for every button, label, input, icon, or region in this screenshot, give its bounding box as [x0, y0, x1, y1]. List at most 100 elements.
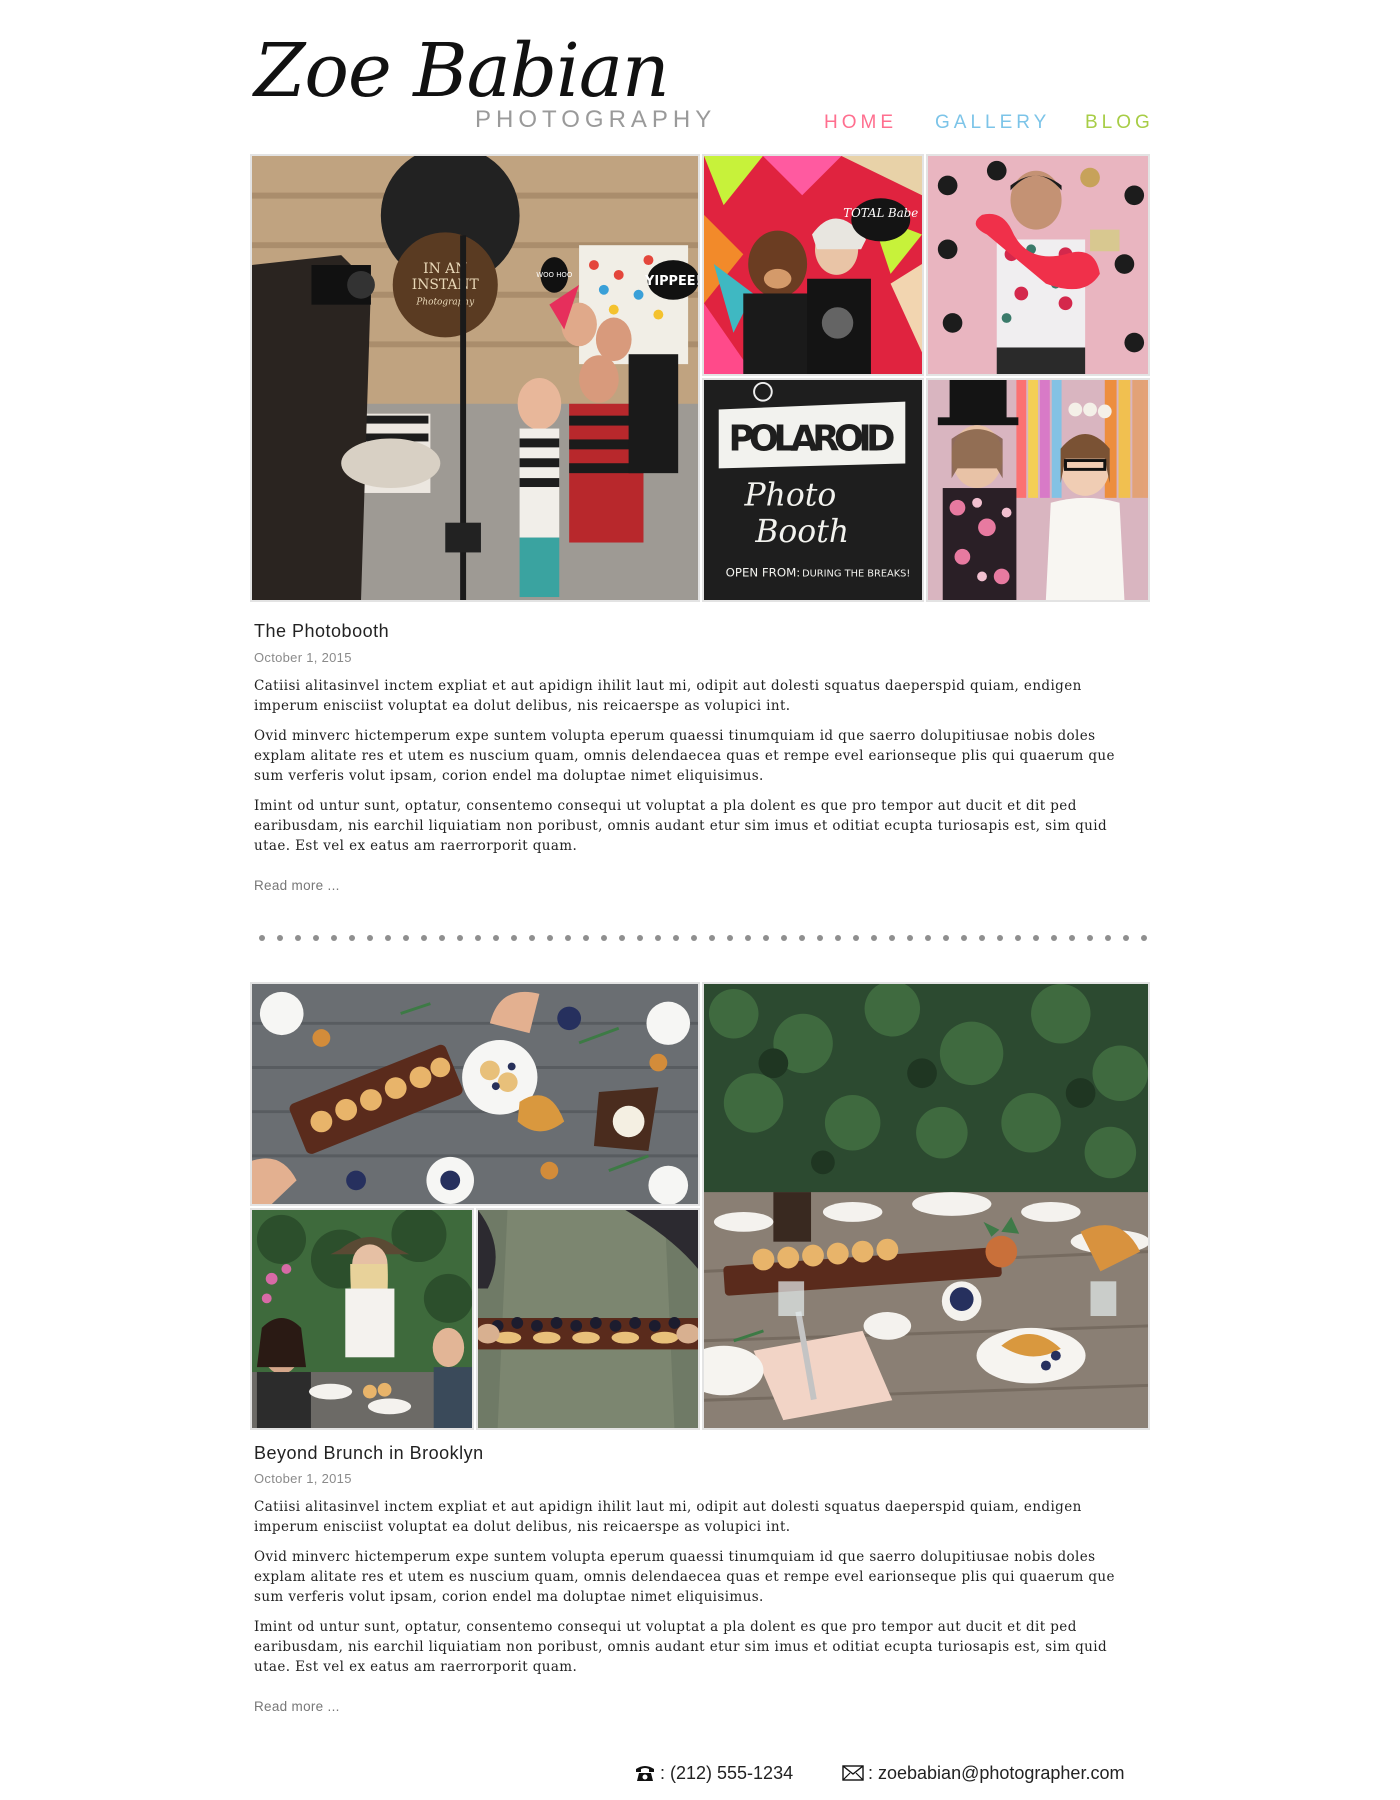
divider-dot: [943, 935, 949, 941]
divider-dot: [421, 935, 427, 941]
post-paragraph: Ovid minverc hictemperum expe suntem vol…: [254, 728, 1115, 784]
bear-mask-image: TOTAL Babe: [704, 156, 922, 374]
logo-subtitle: PHOTOGRAPHY: [475, 106, 717, 133]
dotted-divider: [259, 935, 1147, 941]
divider-dot: [1105, 935, 1111, 941]
divider-dot: [745, 935, 751, 941]
sign-text-3: Photography: [415, 298, 475, 308]
divider-dot: [457, 935, 463, 941]
divider-dot: [583, 935, 589, 941]
divider-dot: [889, 935, 895, 941]
footer-phone-text: : (212) 555-1234: [660, 1763, 794, 1783]
woo-prop-text: WOO HOO: [536, 271, 573, 279]
footer-phone[interactable]: : (212) 555-1234: [634, 1764, 793, 1782]
divider-dot: [961, 935, 967, 941]
photobooth-scene-image: IN AN INSTANT Photography YIPPEE! WOO HO…: [252, 156, 698, 600]
divider-dot: [925, 935, 931, 941]
sign-text-2: INSTANT: [412, 277, 480, 293]
divider-dot: [817, 935, 823, 941]
envelope-icon: [842, 1764, 864, 1782]
nav-home[interactable]: HOME: [824, 113, 897, 132]
photo-flamingo-man[interactable]: [926, 154, 1150, 376]
divider-dot: [835, 935, 841, 941]
divider-dot: [619, 935, 625, 941]
phone-icon: [634, 1764, 656, 1782]
divider-dot: [475, 935, 481, 941]
divider-dot: [493, 935, 499, 941]
post-paragraph: Ovid minverc hictemperum expe suntem vol…: [254, 1549, 1115, 1605]
brunch-overhead-image: [252, 984, 698, 1204]
divider-dot: [349, 935, 355, 941]
divider-dot: [727, 935, 733, 941]
post-date: October 1, 2015: [254, 1471, 352, 1486]
photo-brunch-guests[interactable]: [250, 1208, 474, 1430]
divider-dot: [799, 935, 805, 941]
post-paragraph: Imint od untur sunt, optatur, consentemo…: [254, 798, 1108, 854]
footer-email[interactable]: : zoebabian@photographer.com: [842, 1764, 1124, 1782]
divider-dot: [259, 935, 265, 941]
divider-dot: [1087, 935, 1093, 941]
divider-dot: [529, 935, 535, 941]
divider-dot: [997, 935, 1003, 941]
divider-dot: [367, 935, 373, 941]
divider-dot: [1141, 935, 1147, 941]
divider-dot: [709, 935, 715, 941]
post-date: October 1, 2015: [254, 650, 352, 665]
read-more-link[interactable]: Read more ...: [254, 879, 340, 893]
divider-dot: [439, 935, 445, 941]
divider-dot: [1033, 935, 1039, 941]
open-from-text: OPEN FROM:: [726, 565, 801, 579]
divider-dot: [1015, 935, 1021, 941]
photo-brunch-overhead[interactable]: [250, 982, 700, 1206]
divider-dot: [295, 935, 301, 941]
divider-dot: [313, 935, 319, 941]
divider-dot: [277, 935, 283, 941]
post-paragraph: Catiisi alitasinvel inctem expliat et au…: [254, 678, 1082, 714]
photo-brunch-table[interactable]: [702, 982, 1150, 1430]
divider-dot: [673, 935, 679, 941]
photo-bear-mask[interactable]: TOTAL Babe: [702, 154, 924, 376]
divider-dot: [763, 935, 769, 941]
pancake-board-image: [478, 1210, 698, 1428]
photo-photobooth-scene[interactable]: IN AN INSTANT Photography YIPPEE! WOO HO…: [250, 154, 700, 602]
divider-dot: [781, 935, 787, 941]
footer-email-text: : zoebabian@photographer.com: [868, 1763, 1125, 1783]
top-hat-women-image: [928, 380, 1148, 600]
divider-dot: [1069, 935, 1075, 941]
nav-blog[interactable]: BLOG: [1085, 113, 1154, 132]
divider-dot: [385, 935, 391, 941]
divider-dot: [547, 935, 553, 941]
brunch-guests-image: [252, 1210, 472, 1428]
photo-pancake-board[interactable]: [476, 1208, 700, 1430]
post-title[interactable]: The Photobooth: [254, 622, 389, 640]
divider-dot: [1123, 935, 1129, 941]
post-title[interactable]: Beyond Brunch in Brooklyn: [254, 1444, 484, 1462]
divider-dot: [565, 935, 571, 941]
photo-top-hat-women[interactable]: [926, 378, 1150, 602]
brunch-table-image: [704, 984, 1148, 1428]
divider-dot: [511, 935, 517, 941]
divider-dot: [601, 935, 607, 941]
post-paragraph: Catiisi alitasinvel inctem expliat et au…: [254, 1499, 1082, 1535]
photo-script-text: Photo: [744, 478, 837, 514]
total-babe-prop-text: TOTAL Babe: [843, 206, 918, 220]
polaroid-text: POLAROID: [729, 419, 896, 460]
divider-dot: [871, 935, 877, 941]
divider-dot: [637, 935, 643, 941]
nav-gallery[interactable]: GALLERY: [935, 113, 1050, 132]
during-breaks-text: DURING THE BREAKS!: [802, 568, 910, 579]
divider-dot: [331, 935, 337, 941]
yippee-prop-text: YIPPEE!: [644, 274, 698, 289]
polaroid-sign-image: POLAROID Photo Booth OPEN FROM: DURING T…: [704, 380, 922, 600]
logo-name[interactable]: Zoe Babian: [254, 34, 670, 108]
post-paragraph: Imint od untur sunt, optatur, consentemo…: [254, 1619, 1108, 1675]
divider-dot: [853, 935, 859, 941]
divider-dot: [655, 935, 661, 941]
divider-dot: [907, 935, 913, 941]
read-more-link[interactable]: Read more ...: [254, 1700, 340, 1714]
booth-script-text: Booth: [754, 514, 849, 550]
divider-dot: [1051, 935, 1057, 941]
divider-dot: [403, 935, 409, 941]
divider-dot: [979, 935, 985, 941]
photo-polaroid-sign[interactable]: POLAROID Photo Booth OPEN FROM: DURING T…: [702, 378, 924, 602]
